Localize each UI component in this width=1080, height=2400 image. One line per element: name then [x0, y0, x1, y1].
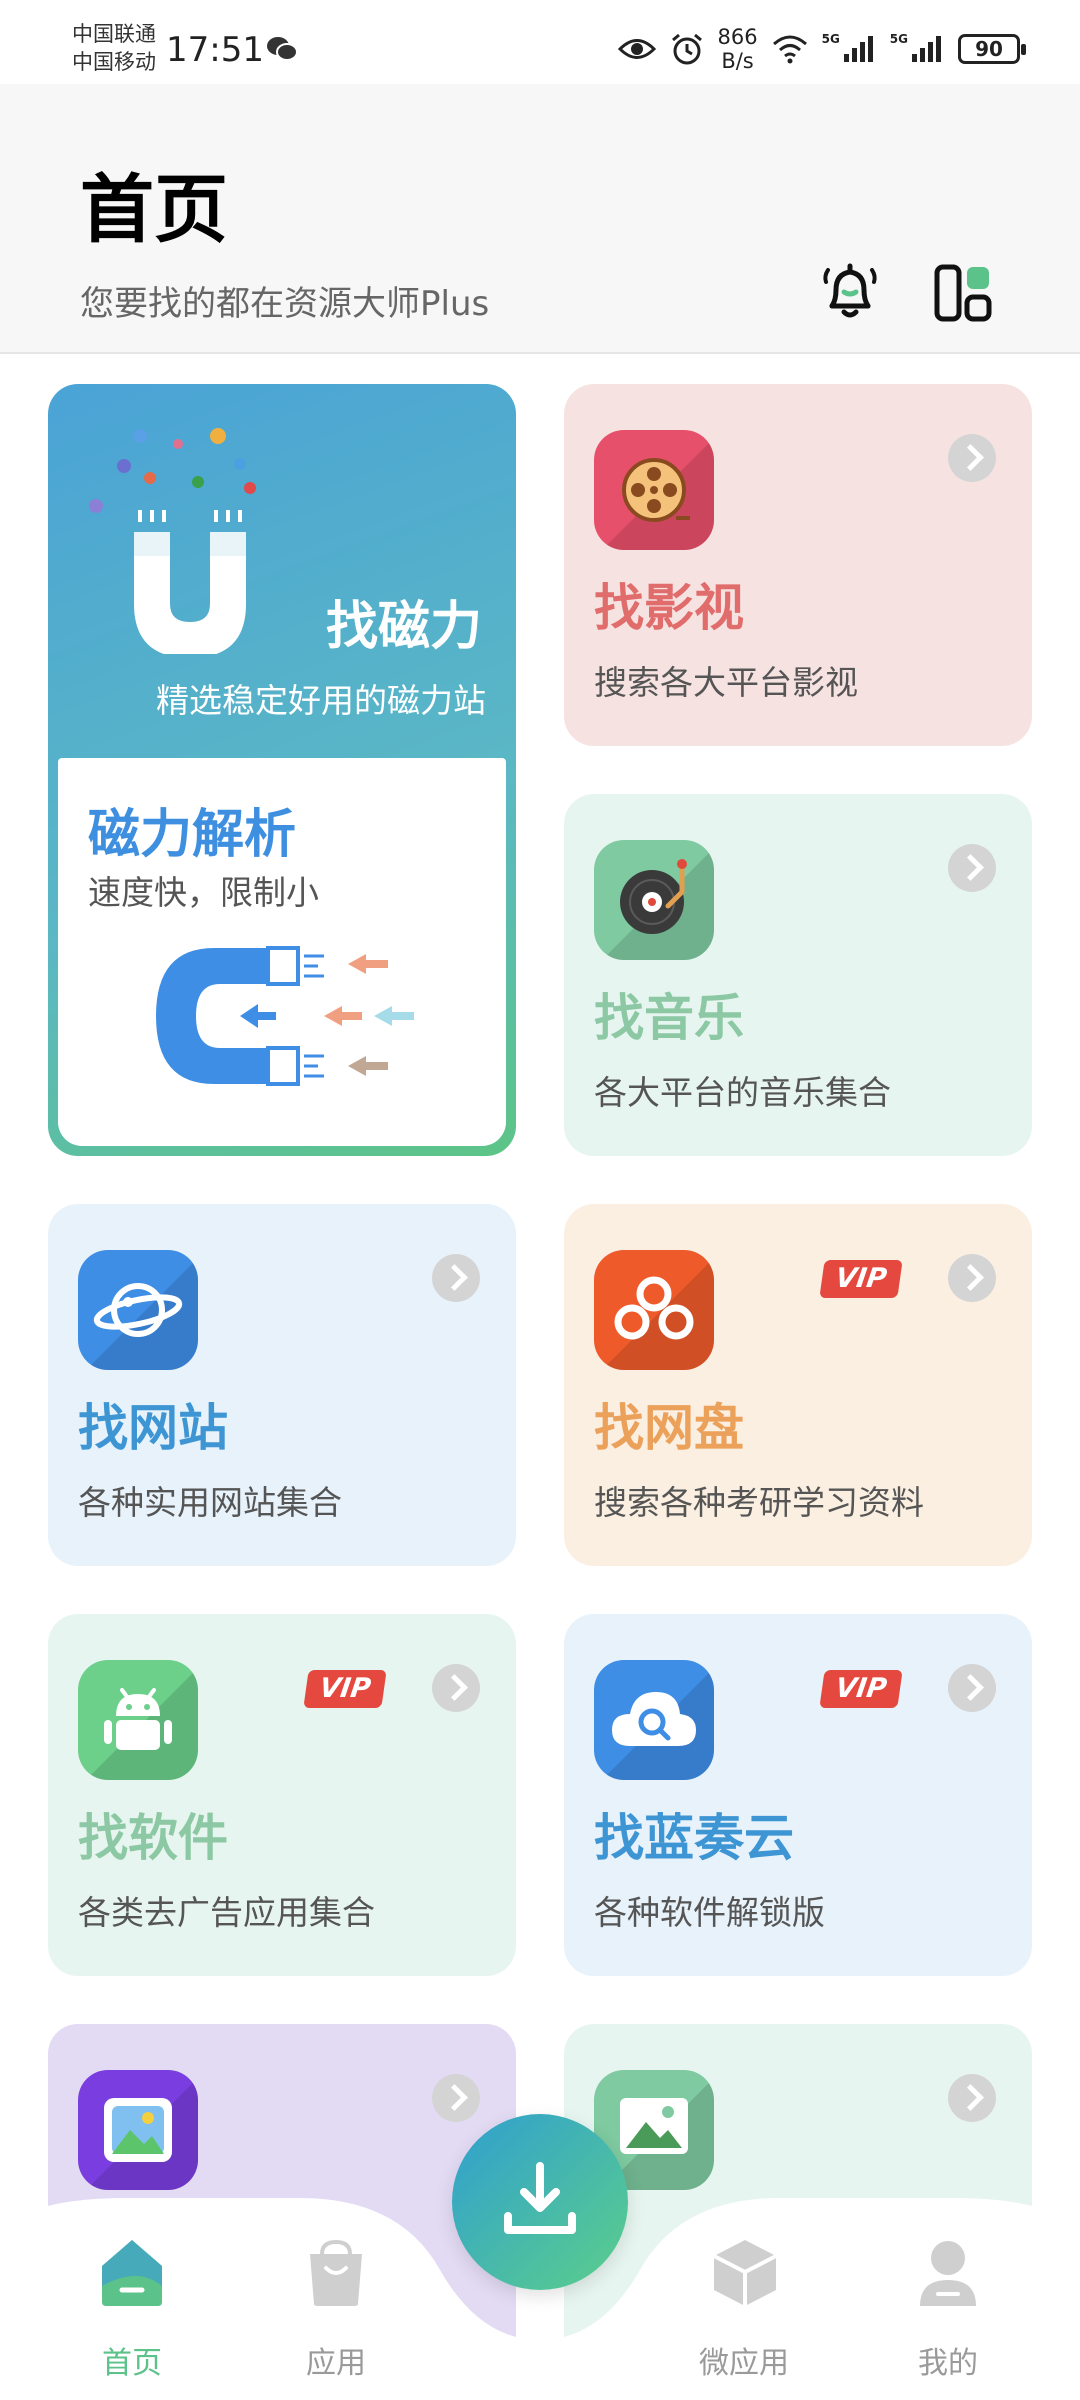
magnet-parse-panel[interactable]: 磁力解析 速度快，限制小 — [58, 758, 506, 1146]
video-card-title: 找影视 — [594, 579, 744, 637]
nav-micro-apps[interactable]: 微应用 — [674, 2236, 814, 2381]
wechat-icon — [267, 37, 298, 61]
cloud-disk-icon — [594, 1250, 714, 1370]
netdisk-card-title: 找网盘 — [594, 1399, 744, 1457]
software-card[interactable]: VIP 找软件 各类去广告应用集合 — [48, 1614, 516, 1976]
lanzou-card-arrow-icon[interactable] — [948, 1664, 996, 1712]
lanzou-card-desc: 各种软件解锁版 — [594, 1893, 825, 1932]
cloud-search-icon — [594, 1660, 714, 1780]
shopping-bag-icon — [310, 2240, 362, 2306]
page-subtitle: 您要找的都在资源大师Plus — [80, 284, 490, 324]
website-card-desc: 各种实用网站集合 — [78, 1483, 342, 1522]
lanzou-card[interactable]: VIP 找蓝奏云 各种软件解锁版 — [564, 1614, 1032, 1976]
signal-icon-1 — [843, 36, 873, 62]
software-vip-badge: VIP — [303, 1670, 387, 1708]
user-icon — [920, 2241, 976, 2306]
netdisk-card-arrow-icon[interactable] — [948, 1254, 996, 1302]
magnet-parse-illustration — [156, 946, 414, 1086]
status-bar: 中国联通 中国移动 17:51 866 B/s 5G 5G 90 — [0, 0, 1080, 84]
page-header: 首页 您要找的都在资源大师Plus — [0, 84, 1080, 354]
eye-icon — [617, 39, 656, 59]
network-speed: 866 B/s — [718, 25, 758, 73]
partial-right-arrow-icon[interactable] — [948, 2074, 996, 2122]
signal-label-2: 5G — [889, 32, 908, 46]
magnet-card[interactable]: 找磁力 精选稳定好用的磁力站 磁力解析 速度快，限制小 — [48, 384, 516, 1156]
carrier-1: 中国联通 — [72, 22, 156, 46]
music-card-desc: 各大平台的音乐集合 — [594, 1073, 891, 1112]
website-card-arrow-icon[interactable] — [432, 1254, 480, 1302]
carrier-labels: 中国联通 中国移动 — [72, 20, 156, 76]
download-icon — [504, 2162, 576, 2234]
film-reel-icon — [594, 430, 714, 550]
page-title: 首页 — [80, 167, 228, 253]
video-card-arrow-icon[interactable] — [948, 434, 996, 482]
nav-micro-apps-label: 微应用 — [699, 2346, 789, 2381]
image-gallery-icon — [78, 2070, 198, 2190]
software-card-title: 找软件 — [78, 1809, 228, 1867]
software-card-desc: 各类去广告应用集合 — [78, 1893, 375, 1932]
software-card-arrow-icon[interactable] — [432, 1664, 480, 1712]
cube-icon — [713, 2240, 777, 2306]
status-icons: 866 B/s 5G 5G 90 — [617, 24, 1026, 74]
home-icon — [102, 2240, 162, 2306]
signal-label-1: 5G — [821, 32, 840, 46]
speed-value: 866 — [717, 25, 758, 49]
website-card[interactable]: 找网站 各种实用网站集合 — [48, 1204, 516, 1566]
lanzou-vip-badge: VIP — [819, 1670, 903, 1708]
nav-profile[interactable]: 我的 — [878, 2236, 1018, 2381]
planet-icon — [78, 1250, 198, 1370]
netdisk-card[interactable]: VIP 找网盘 搜索各种考研学习资料 — [564, 1204, 1032, 1566]
android-icon — [78, 1660, 198, 1780]
magnet-parse-desc: 速度快，限制小 — [88, 873, 319, 912]
netdisk-card-desc: 搜索各种考研学习资料 — [594, 1483, 924, 1522]
lanzou-card-title: 找蓝奏云 — [594, 1809, 794, 1867]
record-player-icon — [594, 840, 714, 960]
layout-icon[interactable] — [934, 264, 992, 322]
nav-home-label: 首页 — [102, 2346, 162, 2381]
carrier-2: 中国移动 — [72, 50, 156, 74]
download-button[interactable] — [452, 2114, 628, 2290]
magnet-parse-title: 磁力解析 — [88, 805, 297, 865]
music-card[interactable]: 找音乐 各大平台的音乐集合 — [564, 794, 1032, 1156]
magnet-card-title: 找磁力 — [325, 597, 482, 657]
magnet-icon — [89, 428, 256, 654]
alarm-icon — [671, 33, 702, 65]
music-card-arrow-icon[interactable] — [948, 844, 996, 892]
nav-apps-label: 应用 — [306, 2346, 366, 2381]
nav-profile-label: 我的 — [918, 2346, 978, 2381]
video-card-desc: 搜索各大平台影视 — [594, 663, 858, 702]
music-card-title: 找音乐 — [594, 989, 744, 1047]
status-time: 17:51 — [166, 30, 264, 70]
partial-left-arrow-icon[interactable] — [432, 2074, 480, 2122]
bell-icon[interactable] — [818, 260, 882, 324]
magnet-card-desc: 精选稳定好用的磁力站 — [156, 681, 486, 720]
battery-icon: 90 — [958, 34, 1026, 64]
netdisk-vip-badge: VIP — [819, 1260, 903, 1298]
website-card-title: 找网站 — [78, 1399, 228, 1457]
nav-home[interactable]: 首页 — [62, 2236, 202, 2381]
nav-apps[interactable]: 应用 — [266, 2236, 406, 2381]
speed-unit: B/s — [721, 49, 754, 73]
signal-icon-2 — [912, 36, 941, 62]
video-card[interactable]: 找影视 搜索各大平台影视 — [564, 384, 1032, 746]
wifi-icon — [772, 35, 807, 64]
